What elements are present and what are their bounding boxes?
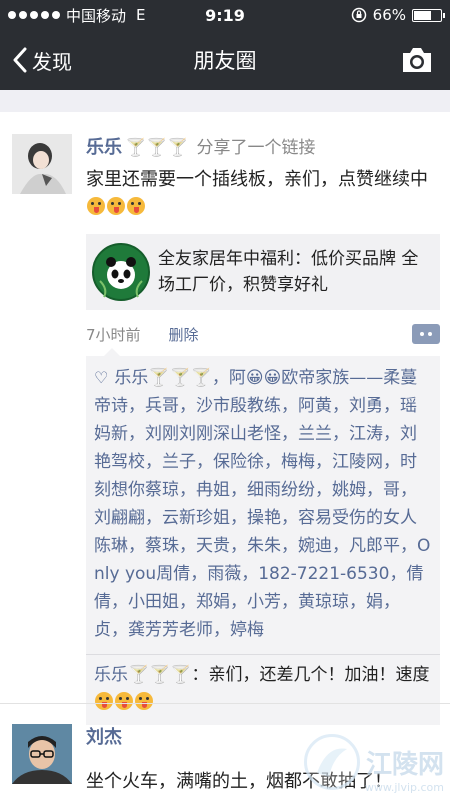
clock: 9:19: [205, 5, 245, 25]
author-name[interactable]: 乐乐: [86, 137, 122, 158]
tongue-wink-emoji-icon: [135, 692, 153, 710]
likes-comments-panel: ♡ 乐乐🍸🍸🍸，阿😀😀欧帝家族——柔蔓帝诗，兵哥，沙市殷教练，阿黄，刘勇，瑶妈新，…: [86, 348, 440, 725]
share-action-text: 分享了一个链接: [196, 138, 316, 158]
tongue-wink-emoji-icon: [115, 692, 133, 710]
likes-list: ♡ 乐乐🍸🍸🍸，阿😀😀欧帝家族——柔蔓帝诗，兵哥，沙市殷教练，阿黄，刘勇，瑶妈新，…: [86, 356, 440, 654]
post-text: 家里还需要一个插线板，亲们，点赞继续中: [86, 166, 440, 222]
watermark-logo-icon: [303, 734, 360, 790]
watermark-text: 江陵网: [365, 749, 444, 780]
avatar-image: [12, 724, 72, 784]
network-type: E: [136, 6, 146, 24]
panda-logo-icon: [92, 243, 150, 301]
post-text-body: 家里还需要一个插线板，亲们，点赞继续中: [86, 169, 428, 190]
avatar[interactable]: [12, 134, 72, 194]
signal-strength-icon: [8, 11, 60, 19]
watermark: 江陵网 www.jlvip.com: [303, 734, 444, 794]
nav-bar: 发现 朋友圈: [0, 30, 450, 90]
delete-button[interactable]: 删除: [169, 324, 199, 345]
battery-percent: 66%: [372, 6, 406, 24]
link-title: 全友家居年中福利：低价买品牌 全场工厂价，积赞享好礼: [158, 249, 419, 295]
cover-edge: [0, 90, 450, 112]
carrier-label: 中国移动: [66, 6, 127, 25]
likes-names[interactable]: 乐乐🍸🍸🍸，阿😀😀欧帝家族——柔蔓帝诗，兵哥，沙市殷教练，阿黄，刘勇，瑶妈新，刘…: [94, 368, 430, 640]
tongue-wink-emoji-icon: [127, 197, 145, 215]
page-title: 朋友圈: [193, 49, 257, 73]
watermark-url: www.jlvip.com: [364, 781, 444, 794]
post-divider: [0, 703, 450, 704]
comment-text: ：亲们，还差几个！加油！速度: [191, 665, 430, 685]
tongue-wink-emoji-icon: [95, 692, 113, 710]
status-bar: 中国移动 E 9:19 66%: [0, 0, 450, 30]
avatar-image: [12, 134, 72, 194]
author-decoration: 🍸🍸🍸: [125, 138, 189, 158]
camera-icon[interactable]: [400, 45, 434, 75]
battery-fill: [414, 10, 432, 20]
tongue-wink-emoji-icon: [107, 197, 125, 215]
avatar[interactable]: [12, 724, 72, 784]
comment-item[interactable]: 乐乐🍸🍸🍸：亲们，还差几个！加油！速度: [86, 655, 440, 725]
post-time: 7小时前: [86, 325, 141, 344]
commenter-name[interactable]: 乐乐🍸🍸🍸: [94, 665, 192, 685]
tongue-wink-emoji-icon: [87, 197, 105, 215]
comment-icon[interactable]: [412, 324, 440, 344]
shared-link-card[interactable]: 全友家居年中福利：低价买品牌 全场工厂价，积赞享好礼: [86, 234, 440, 310]
post-content: 乐乐 🍸🍸🍸 分享了一个链接 家里还需要一个插线板，亲们，点赞继续中 全友家居年…: [86, 134, 440, 725]
rotation-lock-icon: [351, 7, 366, 23]
author-name[interactable]: 刘杰: [86, 727, 122, 748]
heart-icon: ♡: [94, 368, 109, 387]
battery-icon: [412, 8, 445, 22]
